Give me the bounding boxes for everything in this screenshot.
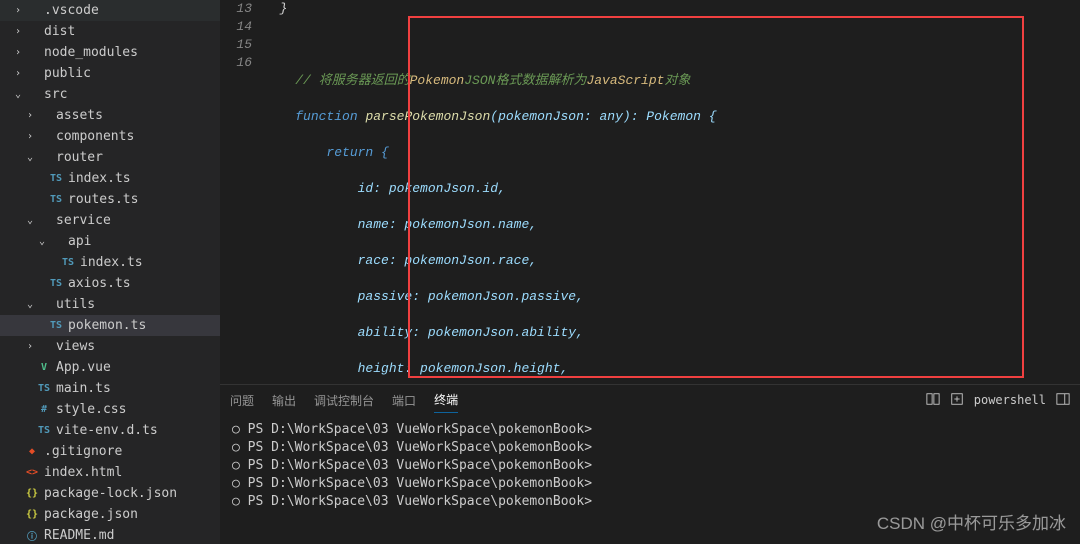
tree-label: components — [56, 129, 134, 144]
tree-item-package-lock-json[interactable]: {} package-lock.json — [0, 483, 220, 504]
tree-label: .vscode — [44, 3, 99, 18]
tree-label: routes.ts — [68, 192, 138, 207]
terminal-output[interactable]: ○ PS D:\WorkSpace\03 VueWorkSpace\pokemo… — [220, 415, 1080, 544]
tree-label: index.ts — [80, 255, 143, 270]
tree-label: index.html — [44, 465, 122, 480]
tree-label: assets — [56, 108, 103, 123]
tree-item-pokemon-ts[interactable]: TS pokemon.ts — [0, 315, 220, 336]
file-icon: {} — [24, 509, 40, 520]
bottom-panel: 问题输出调试控制台端口终端 powershell ○ PS D:\WorkSpa… — [220, 384, 1080, 544]
panel-tab-2[interactable]: 调试控制台 — [314, 388, 374, 413]
tree-label: index.ts — [68, 171, 131, 186]
file-icon: # — [36, 404, 52, 415]
tree-label: App.vue — [56, 360, 111, 375]
file-icon: TS — [36, 383, 52, 394]
tree-label: views — [56, 339, 95, 354]
file-icon: ⓘ — [24, 528, 40, 543]
tree-item-package-json[interactable]: {} package.json — [0, 504, 220, 525]
chevron-down-icon: ⌄ — [12, 89, 24, 100]
tree-label: public — [44, 66, 91, 81]
panel-tab-1[interactable]: 输出 — [272, 388, 296, 413]
file-icon: <> — [24, 467, 40, 478]
tree-label: .gitignore — [44, 444, 122, 459]
code-content[interactable]: } // 将服务器返回的PokemonJSON格式数据解析为JavaScript… — [264, 0, 1080, 384]
panel-tab-4[interactable]: 终端 — [434, 387, 458, 413]
chevron-right-icon: › — [24, 110, 36, 121]
chevron-right-icon: › — [12, 68, 24, 79]
chevron-down-icon: ⌄ — [24, 152, 36, 163]
chevron-down-icon: ⌄ — [24, 299, 36, 310]
tree-item-README-md[interactable]: ⓘ README.md — [0, 525, 220, 544]
tree-label: README.md — [44, 528, 114, 543]
tree-item-components[interactable]: › components — [0, 126, 220, 147]
tree-label: axios.ts — [68, 276, 131, 291]
tree-item-vite-env-d-ts[interactable]: TS vite-env.d.ts — [0, 420, 220, 441]
tree-item-App-vue[interactable]: V App.vue — [0, 357, 220, 378]
chevron-right-icon: › — [12, 47, 24, 58]
tree-item-axios-ts[interactable]: TS axios.ts — [0, 273, 220, 294]
panel-tab-3[interactable]: 端口 — [392, 388, 416, 413]
tree-label: package-lock.json — [44, 486, 177, 501]
tree-label: router — [56, 150, 103, 165]
tree-label: api — [68, 234, 91, 249]
file-icon: TS — [48, 278, 64, 289]
tree-item-node-modules[interactable]: › node_modules — [0, 42, 220, 63]
tree-label: pokemon.ts — [68, 318, 146, 333]
tree-label: style.css — [56, 402, 126, 417]
terminal-profile-label[interactable]: powershell — [974, 393, 1046, 407]
chevron-right-icon: › — [12, 26, 24, 37]
panel-layout-icon[interactable] — [1056, 392, 1070, 409]
tree-label: package.json — [44, 507, 138, 522]
chevron-down-icon: ⌄ — [24, 215, 36, 226]
file-icon: TS — [60, 257, 76, 268]
tree-label: main.ts — [56, 381, 111, 396]
chevron-down-icon: ⌄ — [36, 236, 48, 247]
panel-tab-0[interactable]: 问题 — [230, 388, 254, 413]
tree-item-routes-ts[interactable]: TS routes.ts — [0, 189, 220, 210]
tree-item-main-ts[interactable]: TS main.ts — [0, 378, 220, 399]
tree-item-router[interactable]: ⌄ router — [0, 147, 220, 168]
tree-item-utils[interactable]: ⌄ utils — [0, 294, 220, 315]
tree-item-assets[interactable]: › assets — [0, 105, 220, 126]
tree-item-service[interactable]: ⌄ service — [0, 210, 220, 231]
tree-item-style-css[interactable]: # style.css — [0, 399, 220, 420]
code-editor[interactable]: 13141516 } // 将服务器返回的PokemonJSON格式数据解析为J… — [220, 0, 1080, 384]
add-terminal-icon[interactable] — [950, 392, 964, 409]
tree-label: src — [44, 87, 67, 102]
tree-label: service — [56, 213, 111, 228]
tree-item-views[interactable]: › views — [0, 336, 220, 357]
file-icon: ◆ — [24, 446, 40, 457]
file-icon: {} — [24, 488, 40, 499]
tree-item-index-ts[interactable]: TS index.ts — [0, 168, 220, 189]
panel-tabs: 问题输出调试控制台端口终端 powershell — [220, 385, 1080, 415]
line-gutter: 13141516 — [220, 0, 260, 384]
tree-label: dist — [44, 24, 75, 39]
explorer-sidebar[interactable]: › .vscode › dist › node_modules › public ⌄ src › as… — [0, 0, 220, 544]
file-icon: TS — [36, 425, 52, 436]
tree-item-index-ts[interactable]: TS index.ts — [0, 252, 220, 273]
split-icon[interactable] — [926, 392, 940, 409]
panel-right-controls: powershell — [926, 392, 1070, 409]
chevron-right-icon: › — [12, 5, 24, 16]
chevron-right-icon: › — [24, 341, 36, 352]
file-icon: TS — [48, 194, 64, 205]
tree-item-dist[interactable]: › dist — [0, 21, 220, 42]
file-icon: TS — [48, 320, 64, 331]
chevron-right-icon: › — [24, 131, 36, 142]
tree-item-src[interactable]: ⌄ src — [0, 84, 220, 105]
tree-item-api[interactable]: ⌄ api — [0, 231, 220, 252]
tree-label: utils — [56, 297, 95, 312]
file-icon: V — [36, 362, 52, 373]
tree-item-index-html[interactable]: <> index.html — [0, 462, 220, 483]
main-area: 13141516 } // 将服务器返回的PokemonJSON格式数据解析为J… — [220, 0, 1080, 544]
tree-label: vite-env.d.ts — [56, 423, 158, 438]
tree-label: node_modules — [44, 45, 138, 60]
file-icon: TS — [48, 173, 64, 184]
tree-item-public[interactable]: › public — [0, 63, 220, 84]
tree-item--gitignore[interactable]: ◆ .gitignore — [0, 441, 220, 462]
tree-item--vscode[interactable]: › .vscode — [0, 0, 220, 21]
